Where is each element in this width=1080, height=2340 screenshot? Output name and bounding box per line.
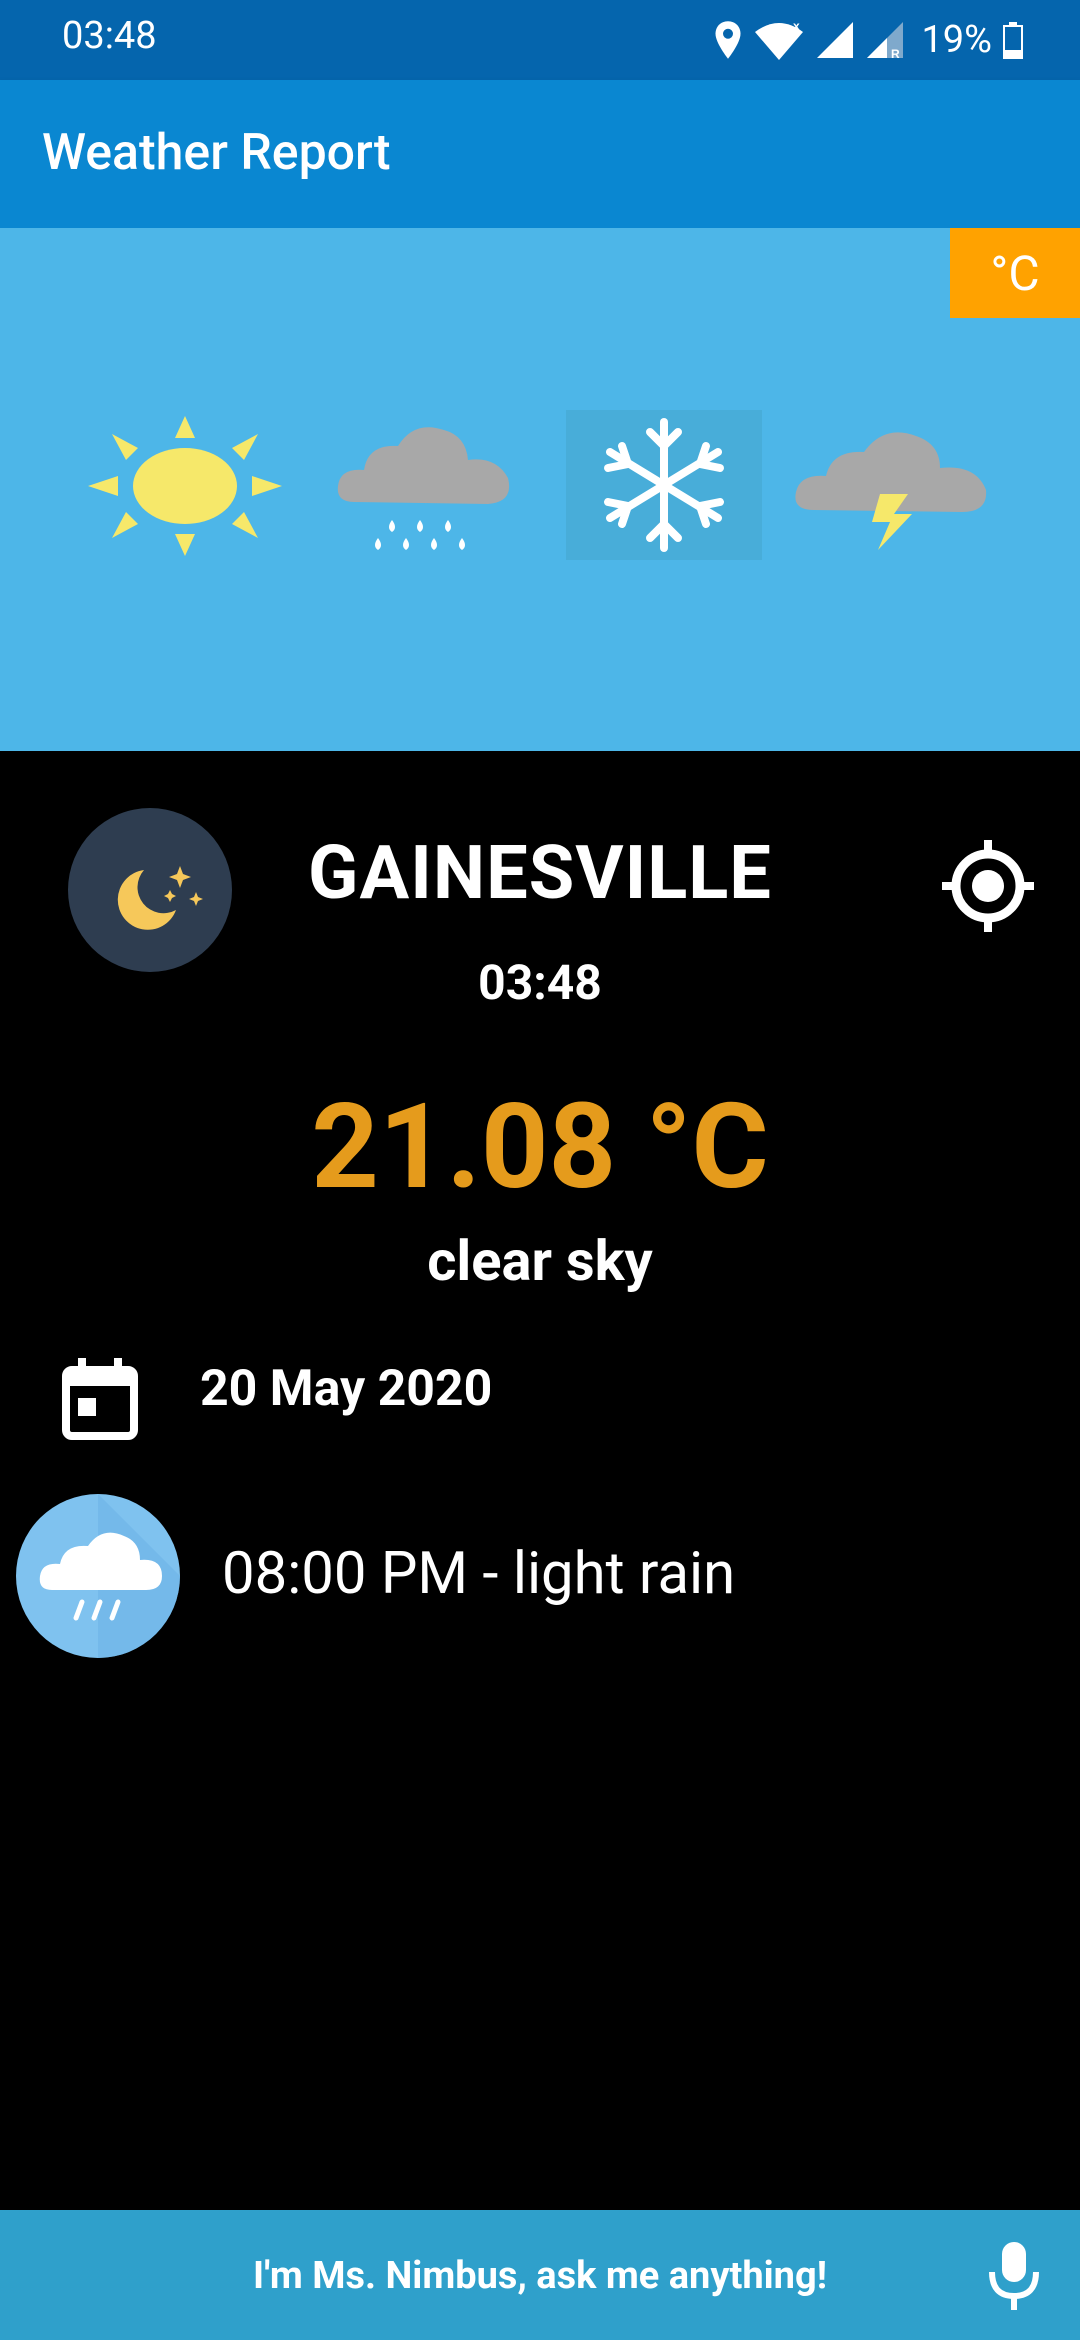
battery-percent: 19% — [921, 18, 992, 62]
current-time: 03:48 — [478, 954, 602, 1011]
date-label: 20 May 2020 — [200, 1360, 493, 1418]
status-bar: 03:48 x R 19% — [0, 0, 1080, 80]
location-icon — [715, 21, 741, 59]
assistant-prompt[interactable]: I'm Ms. Nimbus, ask me anything! — [0, 2254, 1080, 2298]
svg-text:x: x — [793, 20, 800, 33]
weather-banner: °C — [0, 228, 1080, 751]
wifi-icon: x — [755, 20, 804, 60]
my-location-icon[interactable] — [938, 836, 1038, 936]
signal-icon — [817, 22, 854, 58]
assistant-bar[interactable]: I'm Ms. Nimbus, ask me anything! — [0, 2210, 1080, 2340]
svg-text:R: R — [891, 47, 900, 60]
signal-roaming-icon: R — [867, 22, 904, 60]
status-icons: x R 19% — [713, 12, 1024, 68]
calendar-icon — [62, 1358, 138, 1440]
city-name: GAINESVILLE — [308, 830, 772, 917]
forecast-rain-icon — [16, 1494, 180, 1658]
weather-description: clear sky — [427, 1228, 653, 1294]
app-title: Weather Report — [42, 124, 391, 182]
rain-cloud-icon[interactable] — [336, 420, 512, 560]
unit-toggle-button[interactable]: °C — [950, 228, 1080, 318]
temperature: 21.08 °C — [311, 1078, 769, 1216]
app-bar: Weather Report — [0, 80, 1080, 228]
snowflake-icon[interactable] — [566, 410, 762, 560]
forecast-item[interactable]: 08:00 PM - light rain — [222, 1540, 735, 1608]
night-moon-icon — [68, 808, 232, 972]
sun-icon[interactable] — [88, 416, 282, 556]
status-time: 03:48 — [62, 14, 157, 58]
thunder-cloud-icon[interactable] — [792, 424, 988, 554]
battery-icon — [1003, 22, 1023, 59]
microphone-icon[interactable] — [986, 2240, 1042, 2312]
